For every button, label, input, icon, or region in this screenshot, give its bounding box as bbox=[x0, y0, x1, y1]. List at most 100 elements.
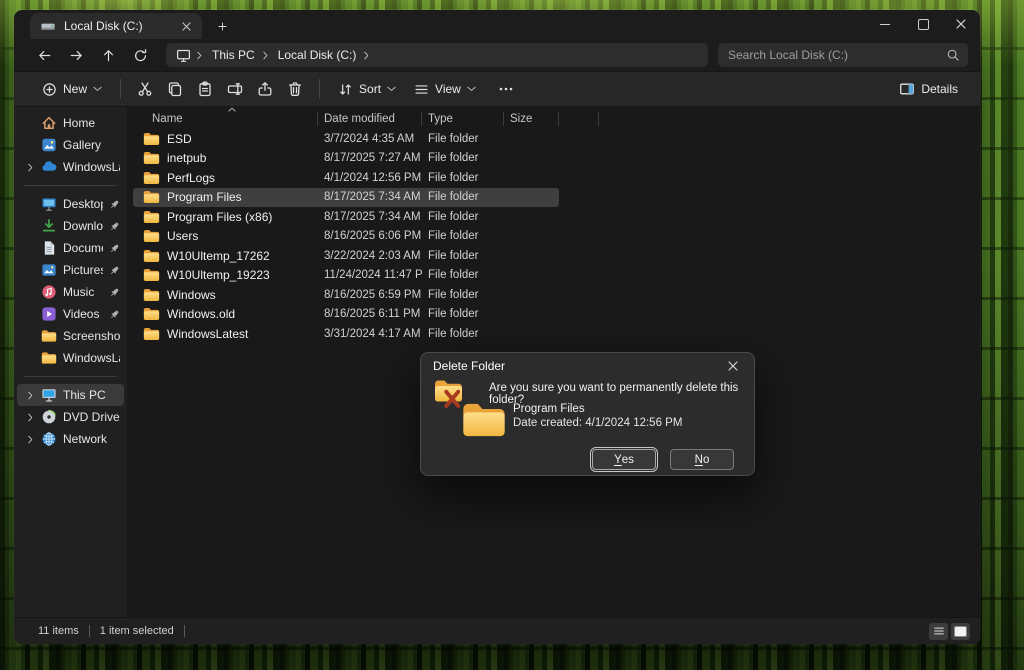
sidebar-item[interactable]: Gallery bbox=[17, 134, 124, 156]
sidebar-item[interactable]: Home bbox=[17, 112, 124, 134]
copy-button[interactable] bbox=[161, 76, 189, 102]
file-date-modified: 8/16/2025 6:11 PM bbox=[318, 308, 422, 320]
search-input[interactable] bbox=[726, 47, 946, 63]
sidebar-item-icon bbox=[41, 240, 57, 256]
more-options-button[interactable] bbox=[492, 76, 520, 102]
details-view-toggle[interactable] bbox=[929, 623, 948, 640]
table-row[interactable]: W10Ultemp_17262 3/22/2024 2:03 AM File f… bbox=[133, 246, 559, 266]
maximize-button[interactable] bbox=[904, 10, 942, 38]
expand-chevron-icon[interactable] bbox=[25, 413, 35, 422]
dialog-titlebar: Delete Folder bbox=[421, 353, 754, 379]
file-type: File folder bbox=[422, 172, 504, 184]
breadcrumb-chevron-icon[interactable] bbox=[362, 51, 371, 60]
large-icons-view-toggle[interactable] bbox=[951, 623, 970, 640]
close-button[interactable] bbox=[942, 10, 980, 38]
sidebar-separator bbox=[24, 376, 117, 377]
expand-chevron-icon[interactable] bbox=[25, 163, 35, 172]
breadcrumb-segment: This PC bbox=[206, 46, 270, 64]
column-header-size[interactable]: Size bbox=[504, 109, 559, 129]
paste-icon bbox=[197, 81, 213, 97]
copy-icon bbox=[167, 81, 183, 97]
selection-count: 1 item selected bbox=[100, 625, 174, 637]
view-button[interactable]: View bbox=[406, 78, 484, 101]
sidebar-item[interactable]: This PC bbox=[17, 384, 124, 406]
sidebar-item-label: Music bbox=[63, 285, 103, 299]
new-tab-button[interactable] bbox=[212, 16, 232, 36]
column-header-type[interactable]: Type bbox=[422, 109, 504, 129]
tab-close-icon[interactable] bbox=[176, 16, 196, 36]
sidebar-item[interactable]: WindowsLatest bbox=[17, 347, 124, 369]
sidebar-item[interactable]: Downloads bbox=[17, 215, 124, 237]
table-row[interactable]: Windows 8/16/2025 6:59 PM File folder bbox=[133, 285, 559, 305]
breadcrumb-chevron-icon[interactable] bbox=[261, 51, 270, 60]
paste-button[interactable] bbox=[191, 76, 219, 102]
sidebar-item[interactable]: Screenshots bbox=[17, 325, 124, 347]
address-bar[interactable]: This PC Local Disk (C:) bbox=[166, 43, 708, 67]
refresh-button[interactable] bbox=[126, 42, 154, 68]
dialog-close-button[interactable] bbox=[716, 355, 750, 377]
sidebar-item[interactable]: Documents bbox=[17, 237, 124, 259]
table-row[interactable]: Program Files 8/17/2025 7:34 AM File fol… bbox=[133, 188, 559, 208]
yes-button[interactable]: Yes bbox=[592, 449, 656, 470]
file-date-modified: 3/22/2024 2:03 AM bbox=[318, 250, 422, 262]
navigation-bar: This PC Local Disk (C:) bbox=[14, 39, 980, 71]
sidebar-item[interactable]: Music bbox=[17, 281, 124, 303]
no-button[interactable]: No bbox=[670, 449, 734, 470]
file-name: Windows bbox=[167, 288, 216, 302]
file-date-modified: 3/7/2024 4:35 AM bbox=[318, 133, 422, 145]
explorer-tab[interactable]: Local Disk (C:) bbox=[30, 13, 202, 39]
sidebar-item[interactable]: Pictures bbox=[17, 259, 124, 281]
folder-icon bbox=[143, 151, 160, 165]
new-button[interactable]: New bbox=[34, 78, 110, 101]
sidebar-item[interactable]: WindowsLatest - Pe bbox=[17, 156, 124, 178]
file-type: File folder bbox=[422, 289, 504, 301]
up-button[interactable] bbox=[94, 42, 122, 68]
sort-label: Sort bbox=[359, 82, 381, 96]
toolbar-separator bbox=[120, 79, 121, 99]
table-row[interactable]: Windows.old 8/16/2025 6:11 PM File folde… bbox=[133, 305, 559, 325]
sidebar-item[interactable]: Videos bbox=[17, 303, 124, 325]
sidebar-item[interactable]: Network bbox=[17, 428, 124, 450]
chevron-down-icon bbox=[387, 86, 396, 92]
file-type: File folder bbox=[422, 328, 504, 340]
table-row[interactable]: PerfLogs 4/1/2024 12:56 PM File folder bbox=[133, 168, 559, 188]
file-type: File folder bbox=[422, 133, 504, 145]
details-pane-button[interactable]: Details bbox=[891, 77, 966, 101]
share-button[interactable] bbox=[251, 76, 279, 102]
back-button[interactable] bbox=[30, 42, 58, 68]
close-icon bbox=[956, 19, 966, 29]
table-row[interactable]: WindowsLatest 3/31/2024 4:17 AM File fol… bbox=[133, 324, 559, 344]
column-header-extra bbox=[559, 109, 599, 129]
table-row[interactable]: Program Files (x86) 8/17/2025 7:34 AM Fi… bbox=[133, 207, 559, 227]
table-row[interactable]: Users 8/16/2025 6:06 PM File folder bbox=[133, 227, 559, 247]
sidebar-item-label: Pictures bbox=[63, 263, 103, 277]
sidebar-item-label: Downloads bbox=[63, 219, 103, 233]
sidebar-item[interactable]: Desktop bbox=[17, 193, 124, 215]
status-separator bbox=[89, 625, 90, 637]
table-row[interactable]: inetpub 8/17/2025 7:27 AM File folder bbox=[133, 149, 559, 169]
table-row[interactable]: W10Ultemp_19223 11/24/2024 11:47 PM File… bbox=[133, 266, 559, 286]
cut-button[interactable] bbox=[131, 76, 159, 102]
delete-button[interactable] bbox=[281, 76, 309, 102]
pin-icon bbox=[109, 199, 120, 210]
column-header-date[interactable]: Date modified bbox=[318, 109, 422, 129]
forward-button[interactable] bbox=[62, 42, 90, 68]
breadcrumb-item[interactable]: Local Disk (C:) bbox=[272, 46, 363, 64]
column-headers: Name Date modified Type Size bbox=[133, 109, 603, 129]
breadcrumb-item[interactable]: This PC bbox=[206, 46, 261, 64]
expand-chevron-icon[interactable] bbox=[25, 391, 35, 400]
rename-button[interactable] bbox=[221, 76, 249, 102]
item-count: 11 items bbox=[38, 625, 79, 637]
folder-icon bbox=[143, 307, 160, 321]
column-header-name[interactable]: Name bbox=[133, 109, 318, 129]
sidebar-item[interactable]: DVD Drive (D:) CCC bbox=[17, 406, 124, 428]
sidebar-item-label: DVD Drive (D:) CCC bbox=[63, 410, 120, 424]
expand-chevron-icon[interactable] bbox=[25, 435, 35, 444]
status-separator bbox=[184, 625, 185, 637]
share-icon bbox=[257, 81, 273, 97]
table-row[interactable]: ESD 3/7/2024 4:35 AM File folder bbox=[133, 129, 559, 149]
minimize-button[interactable] bbox=[866, 10, 904, 38]
file-name: Program Files (x86) bbox=[167, 210, 272, 224]
search-icon[interactable] bbox=[946, 48, 960, 62]
sort-button[interactable]: Sort bbox=[330, 78, 404, 101]
